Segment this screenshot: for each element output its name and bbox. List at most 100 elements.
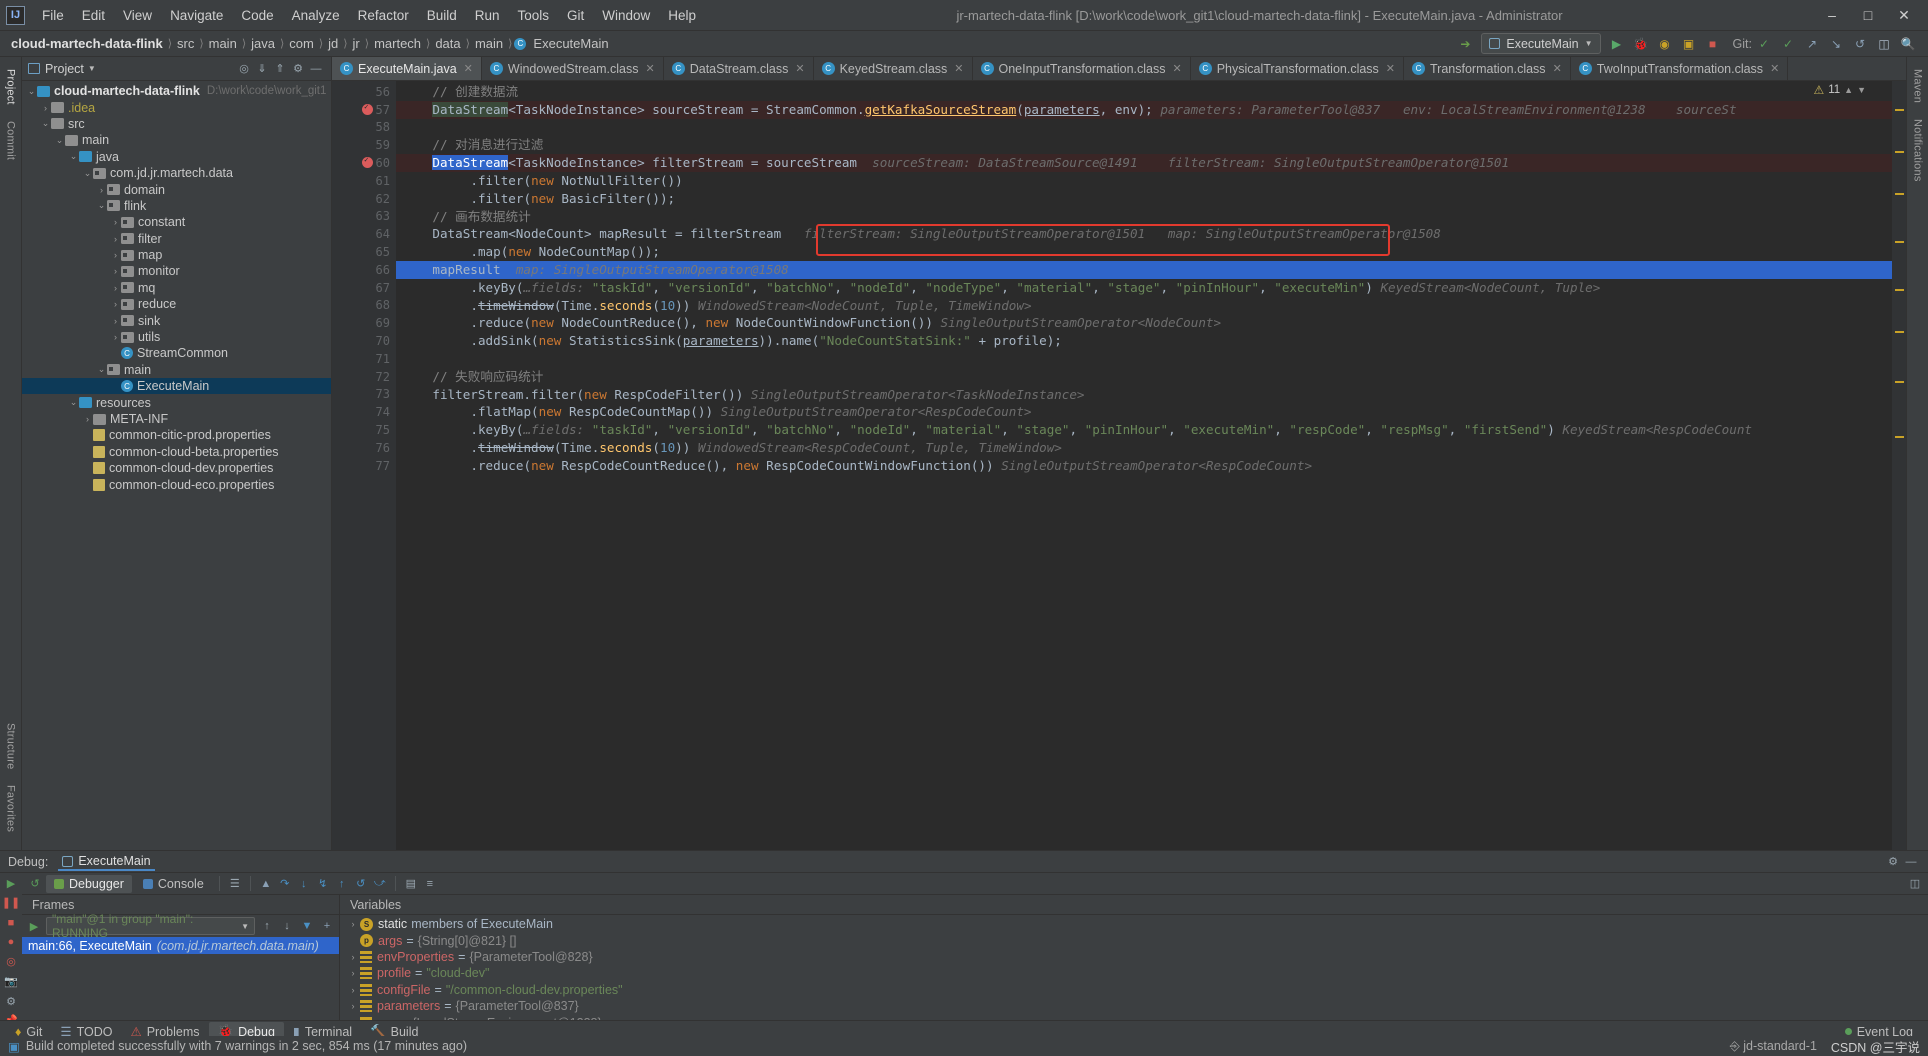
frames-list[interactable]: main:66, ExecuteMain (com.jd.jr.martech.d…	[22, 937, 339, 1028]
menu-tools[interactable]: Tools	[509, 5, 559, 26]
breadcrumb-src[interactable]: src	[174, 36, 197, 51]
editor-tab-oneinputtransformation-class[interactable]: C OneInputTransformation.class ✕	[973, 57, 1191, 80]
search-icon[interactable]: 🔍	[1897, 33, 1919, 55]
tool-window-commit[interactable]: Commit	[3, 113, 19, 168]
code-line-77[interactable]: .reduce(new RespCodeCountReduce(), new R…	[396, 457, 1892, 475]
gutter-line-61[interactable]: 61	[332, 172, 396, 190]
menu-refactor[interactable]: Refactor	[349, 5, 418, 26]
editor-tab-twoinputtransformation-class[interactable]: C TwoInputTransformation.class ✕	[1571, 57, 1789, 80]
code-line-63[interactable]: // 画布数据统计	[396, 208, 1892, 226]
tree-node-constant[interactable]: › constant	[22, 214, 331, 230]
breakpoint-icon[interactable]	[362, 155, 373, 169]
menu-help[interactable]: Help	[659, 5, 705, 26]
chevron-icon[interactable]: ⌄	[68, 151, 79, 162]
tree-node-common-cloud-beta-properties[interactable]: common-cloud-beta.properties	[22, 444, 331, 460]
code-content[interactable]: // 创建数据流 DataStream<TaskNodeInstance> sou…	[396, 81, 1892, 850]
tree-node-main[interactable]: ⌄ main	[22, 132, 331, 148]
error-stripe-markers[interactable]	[1892, 81, 1906, 850]
settings-gear-icon[interactable]: ⚙	[289, 60, 307, 78]
profiler-icon[interactable]: ▣	[1678, 33, 1700, 55]
breadcrumb-executemain[interactable]: ExecuteMain	[530, 36, 611, 51]
collapse-all-icon[interactable]: ⇑	[271, 60, 289, 78]
variable-row[interactable]: › envProperties = {ParameterTool@828}	[340, 949, 1928, 965]
chevron-icon[interactable]: ⌄	[96, 200, 107, 211]
hide-icon[interactable]: —	[307, 60, 325, 78]
breadcrumb-main2[interactable]: main	[472, 36, 506, 51]
code-line-56[interactable]: // 创建数据流	[396, 83, 1892, 101]
chevron-icon[interactable]: ›	[82, 414, 93, 424]
close-button[interactable]: ✕	[1886, 0, 1922, 30]
editor-tab-physicaltransformation-class[interactable]: C PhysicalTransformation.class ✕	[1191, 57, 1405, 80]
build-icon[interactable]: ➔	[1454, 33, 1476, 55]
settings-gear-icon[interactable]: ⚙	[3, 994, 19, 1009]
close-tab-icon[interactable]: ✕	[1553, 62, 1562, 75]
close-tab-icon[interactable]: ✕	[795, 62, 804, 75]
tree-node-java[interactable]: ⌄ java	[22, 149, 331, 165]
gutter-line-62[interactable]: 62	[332, 190, 396, 208]
menu-build[interactable]: Build	[418, 5, 466, 26]
tree-node-meta-inf[interactable]: › META-INF	[22, 411, 331, 427]
chevron-icon[interactable]: ›	[40, 103, 51, 113]
breakpoint-icon[interactable]	[362, 102, 373, 115]
gutter-line-58[interactable]: 58	[332, 119, 396, 137]
menu-file[interactable]: File	[33, 5, 73, 26]
breadcrumb-martech[interactable]: martech	[371, 36, 424, 51]
chevron-icon[interactable]: ⌄	[68, 397, 79, 408]
step-into-icon[interactable]: ↓	[296, 876, 312, 892]
close-tab-icon[interactable]: ✕	[1770, 62, 1779, 75]
close-tab-icon[interactable]: ✕	[954, 62, 963, 75]
hide-panel-icon[interactable]: —	[1902, 853, 1920, 871]
settings-gear-icon[interactable]: ⚙	[1884, 853, 1902, 871]
breadcrumb-main[interactable]: main	[206, 36, 240, 51]
breadcrumb-jr[interactable]: jr	[350, 36, 363, 51]
code-line-65[interactable]: .map(new NodeCountMap());	[396, 243, 1892, 261]
debug-session-tab[interactable]: ExecuteMain	[58, 852, 155, 871]
breadcrumb-java[interactable]: java	[248, 36, 278, 51]
code-line-69[interactable]: .reduce(new NodeCountReduce(), new NodeC…	[396, 314, 1892, 332]
tree-node-map[interactable]: › map	[22, 247, 331, 263]
chevron-icon[interactable]: ›	[110, 217, 121, 227]
run-to-cursor-icon[interactable]: ⤻	[372, 876, 388, 892]
gutter-line-77[interactable]: 77	[332, 457, 396, 475]
maximize-button[interactable]: □	[1850, 0, 1886, 30]
step-out-icon[interactable]: ↑	[334, 876, 350, 892]
code-line-72[interactable]: // 失败响应码统计	[396, 368, 1892, 386]
restore-layout-icon[interactable]: ↺	[27, 876, 43, 892]
tool-window-favorites[interactable]: Favorites	[3, 777, 19, 840]
run-icon[interactable]: ▶	[1606, 33, 1628, 55]
breadcrumb-data[interactable]: data	[432, 36, 463, 51]
code-line-68[interactable]: .timeWindow(Time.seconds(10)) WindowedSt…	[396, 297, 1892, 315]
tree-node-sink[interactable]: › sink	[22, 312, 331, 328]
tree-node-main[interactable]: ⌄ main	[22, 362, 331, 378]
editor-tab-executemain-java[interactable]: C ExecuteMain.java ✕	[332, 57, 482, 80]
code-line-61[interactable]: .filter(new NotNullFilter())	[396, 172, 1892, 190]
breadcrumb-com[interactable]: com	[286, 36, 317, 51]
gutter-line-56[interactable]: 56	[332, 83, 396, 101]
variable-row[interactable]: › parameters = {ParameterTool@837}	[340, 998, 1928, 1014]
code-line-59[interactable]: // 对消息进行过滤	[396, 136, 1892, 154]
tree-node-cloud-martech-data-flink[interactable]: ⌄ cloud-martech-data-flink D:\work\code\wo…	[22, 83, 331, 99]
chevron-icon[interactable]: ›	[110, 299, 121, 309]
tab-debugger[interactable]: Debugger	[46, 874, 132, 893]
layout-settings-icon[interactable]: ☰	[227, 876, 243, 892]
variable-row[interactable]: › Sstatic members of ExecuteMain	[340, 916, 1928, 932]
tree-node-common-cloud-eco-properties[interactable]: common-cloud-eco.properties	[22, 476, 331, 492]
gutter-line-71[interactable]: 71	[332, 350, 396, 368]
gutter-line-75[interactable]: 75	[332, 421, 396, 439]
gutter-line-65[interactable]: 65	[332, 243, 396, 261]
chevron-down-icon[interactable]: ▼	[88, 64, 96, 73]
code-viewport[interactable]: 56 57 58 59 60 61 62 63 64 65 66 67 68 69 70 71 72 73 74 75…	[332, 81, 1906, 850]
editor-tab-keyedstream-class[interactable]: C KeyedStream.class ✕	[814, 57, 973, 80]
tree-node-executemain[interactable]: C ExecuteMain	[22, 378, 331, 395]
tree-node-reduce[interactable]: › reduce	[22, 296, 331, 312]
tree-node-common-cloud-dev-properties[interactable]: common-cloud-dev.properties	[22, 460, 331, 476]
frame-down-icon[interactable]: ↓	[279, 918, 295, 934]
tree-node-mq[interactable]: › mq	[22, 280, 331, 296]
gutter-line-67[interactable]: 67	[332, 279, 396, 297]
expand-chevron-icon[interactable]: ›	[346, 1001, 360, 1011]
menu-edit[interactable]: Edit	[73, 5, 114, 26]
tree-node-com-jd-jr-martech-data[interactable]: ⌄ com.jd.jr.martech.data	[22, 165, 331, 181]
chevron-icon[interactable]: ⌄	[54, 135, 65, 146]
expand-all-icon[interactable]: ⇓	[253, 60, 271, 78]
chevron-icon[interactable]: ›	[110, 316, 121, 326]
